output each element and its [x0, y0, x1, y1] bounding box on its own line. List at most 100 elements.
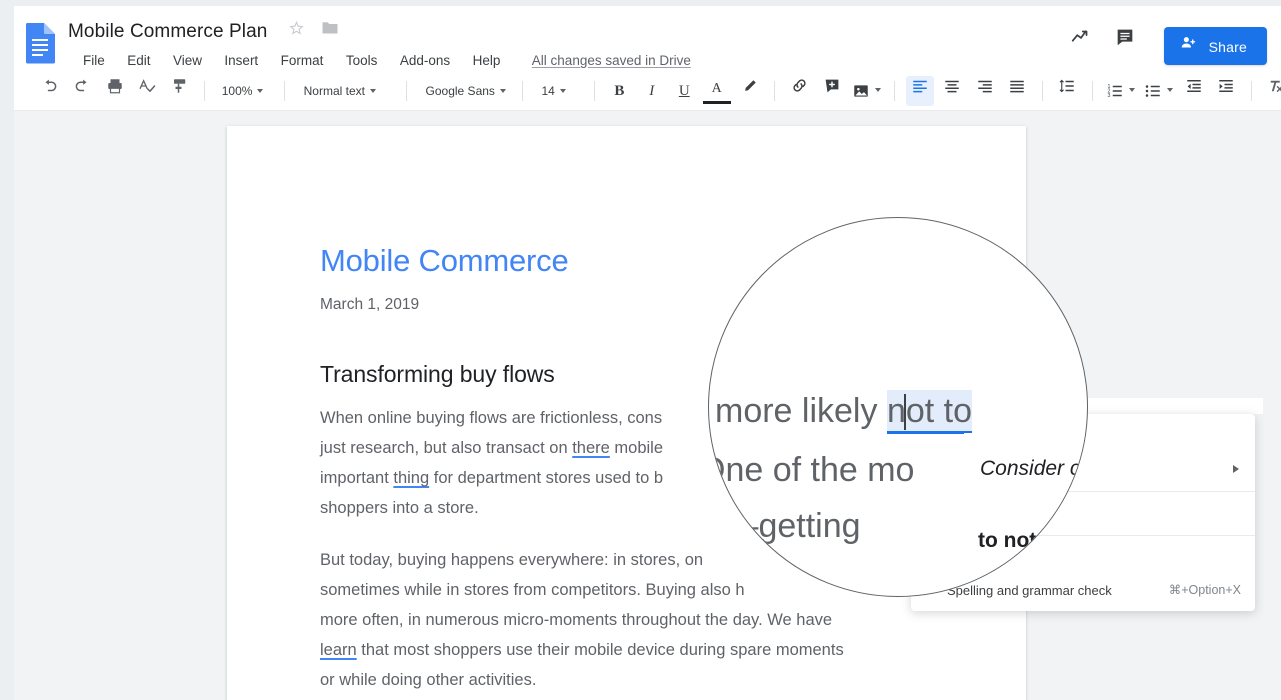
paragraph-style-value: Normal text	[303, 84, 365, 98]
menu-help[interactable]: Help	[464, 50, 510, 72]
font-size-selector[interactable]: 14	[533, 76, 583, 106]
menu-edit[interactable]: Edit	[118, 50, 159, 72]
font-family-value: Google Sans	[425, 84, 495, 98]
menu-addons[interactable]: Add-ons	[391, 50, 459, 72]
text-cursor	[904, 394, 906, 430]
paragraph-text: sometimes while in stores from competito…	[320, 581, 745, 599]
grammar-error-thing[interactable]: thing	[393, 469, 429, 487]
menu-insert[interactable]: Insert	[215, 50, 267, 72]
zoom-selector[interactable]: 100%	[216, 76, 274, 106]
menu-file[interactable]: File	[69, 50, 114, 72]
numbered-list-button[interactable]: 123	[1103, 76, 1137, 106]
clear-formatting-icon[interactable]	[1262, 76, 1281, 106]
decrease-indent-icon[interactable]	[1180, 76, 1208, 106]
paragraph-text: for department stores used to b	[429, 469, 664, 487]
align-left-icon[interactable]	[905, 76, 934, 106]
toolbar-divider	[204, 81, 206, 101]
toolbar-divider	[1091, 81, 1093, 101]
document-title-row: Mobile Commerce Plan	[68, 18, 339, 46]
docs-file-icon[interactable]	[23, 22, 57, 64]
font-family-selector[interactable]: Google Sans	[418, 76, 512, 106]
chevron-down-icon	[1128, 87, 1135, 92]
save-status-link[interactable]: All changes saved in Drive	[532, 50, 691, 72]
magnified-selection[interactable]: not to	[886, 390, 973, 434]
magnified-selected-word: not to	[886, 392, 973, 434]
align-justify-icon[interactable]	[1003, 76, 1031, 106]
formatting-toolbar: 100% Normal text Google Sans 14 B I U A	[14, 72, 1281, 111]
text-color-button[interactable]: A	[702, 79, 731, 104]
magnified-line-3: ic–getting	[715, 507, 861, 545]
magnified-menu-item-1[interactable]: Consider c	[980, 457, 1080, 481]
increase-indent-icon[interactable]	[1212, 76, 1240, 106]
chevron-down-icon	[369, 88, 376, 93]
toolbar-divider	[406, 81, 408, 101]
submenu-arrow-icon	[1233, 465, 1239, 473]
align-right-icon[interactable]	[971, 76, 999, 106]
chevron-down-icon	[875, 87, 882, 92]
print-icon[interactable]	[101, 76, 129, 106]
chevron-down-icon	[499, 88, 506, 93]
comment-icon[interactable]	[1105, 26, 1145, 66]
menu-bar: File Edit View Insert Format Tools Add-o…	[69, 50, 691, 72]
grammar-error-there[interactable]: there	[572, 439, 610, 457]
toolbar-divider	[521, 81, 523, 101]
menu-view[interactable]: View	[164, 50, 211, 72]
paragraph-text: important	[320, 469, 394, 487]
toolbar-divider	[894, 81, 896, 101]
text-color-label: A	[711, 80, 722, 96]
share-button[interactable]: Share	[1163, 27, 1267, 65]
paragraph-text: shoppers into a store.	[320, 499, 479, 517]
header-actions: Share	[1061, 26, 1267, 66]
underline-button[interactable]: U	[670, 76, 698, 106]
chevron-down-icon	[559, 88, 566, 93]
toolbar-divider	[284, 81, 286, 101]
magnified-text: more likely	[715, 392, 887, 430]
italic-button[interactable]: I	[638, 76, 666, 106]
insert-link-icon[interactable]	[785, 76, 813, 106]
menu-tools[interactable]: Tools	[337, 50, 387, 72]
toolbar-divider	[1250, 81, 1252, 101]
magnifier-content: more likely not to Consider c to not Fee…	[709, 218, 1087, 596]
paragraph-text: more often, in numerous micro-moments th…	[320, 611, 833, 629]
paint-format-icon[interactable]	[166, 76, 194, 106]
star-outline-icon[interactable]	[288, 19, 305, 41]
paragraph-text: or while doing other activities.	[320, 671, 537, 689]
grammar-error-learn[interactable]: learn	[320, 641, 357, 659]
add-comment-icon[interactable]	[818, 76, 846, 106]
paragraph-text: mobile	[609, 439, 664, 457]
highlight-pen-icon[interactable]	[735, 76, 763, 106]
toolbar-divider	[1041, 81, 1043, 101]
paragraph-style-selector[interactable]: Normal text	[296, 76, 396, 106]
paragraph-text: But today, buying happens everywhere: in…	[320, 551, 704, 569]
italic-label: I	[649, 83, 655, 99]
share-button-label: Share	[1208, 39, 1247, 56]
bulleted-list-button[interactable]	[1142, 76, 1176, 106]
underline-label: U	[678, 83, 690, 99]
magnified-menu: Consider c to not Feed	[964, 433, 1087, 596]
chevron-down-icon	[257, 88, 264, 93]
magnified-line-1: more likely not to	[715, 390, 973, 434]
app-header: Mobile Commerce Plan File Edit View Inse…	[14, 6, 1281, 72]
activity-trend-icon[interactable]	[1061, 26, 1101, 66]
paragraph-text: just research, but also transact on	[320, 439, 573, 457]
bold-label: B	[614, 83, 625, 99]
paragraph-text: When online buying flows are frictionles…	[320, 409, 663, 427]
bold-button[interactable]: B	[605, 76, 633, 106]
chevron-down-icon	[1167, 87, 1173, 92]
paragraph-text: that most shoppers use their mobile devi…	[356, 641, 844, 659]
redo-icon[interactable]	[68, 76, 96, 106]
page-title[interactable]: Mobile Commerce Plan	[68, 18, 267, 46]
insert-image-button[interactable]	[850, 76, 884, 106]
google-docs-window: Mobile Commerce Plan File Edit View Inse…	[14, 6, 1281, 700]
font-size-value: 14	[541, 84, 555, 98]
magnified-menu-item-2[interactable]: to not	[978, 529, 1036, 553]
align-center-icon[interactable]	[938, 76, 966, 106]
line-spacing-icon[interactable]	[1053, 76, 1081, 106]
folder-icon[interactable]	[321, 20, 339, 40]
spellcheck-icon[interactable]	[133, 76, 161, 106]
zoom-value: 100%	[221, 84, 253, 98]
svg-text:3: 3	[1107, 93, 1110, 99]
undo-icon[interactable]	[36, 76, 64, 106]
menu-format[interactable]: Format	[272, 50, 333, 72]
context-menu-item-shortcut: ⌘+Option+X	[1168, 583, 1241, 597]
